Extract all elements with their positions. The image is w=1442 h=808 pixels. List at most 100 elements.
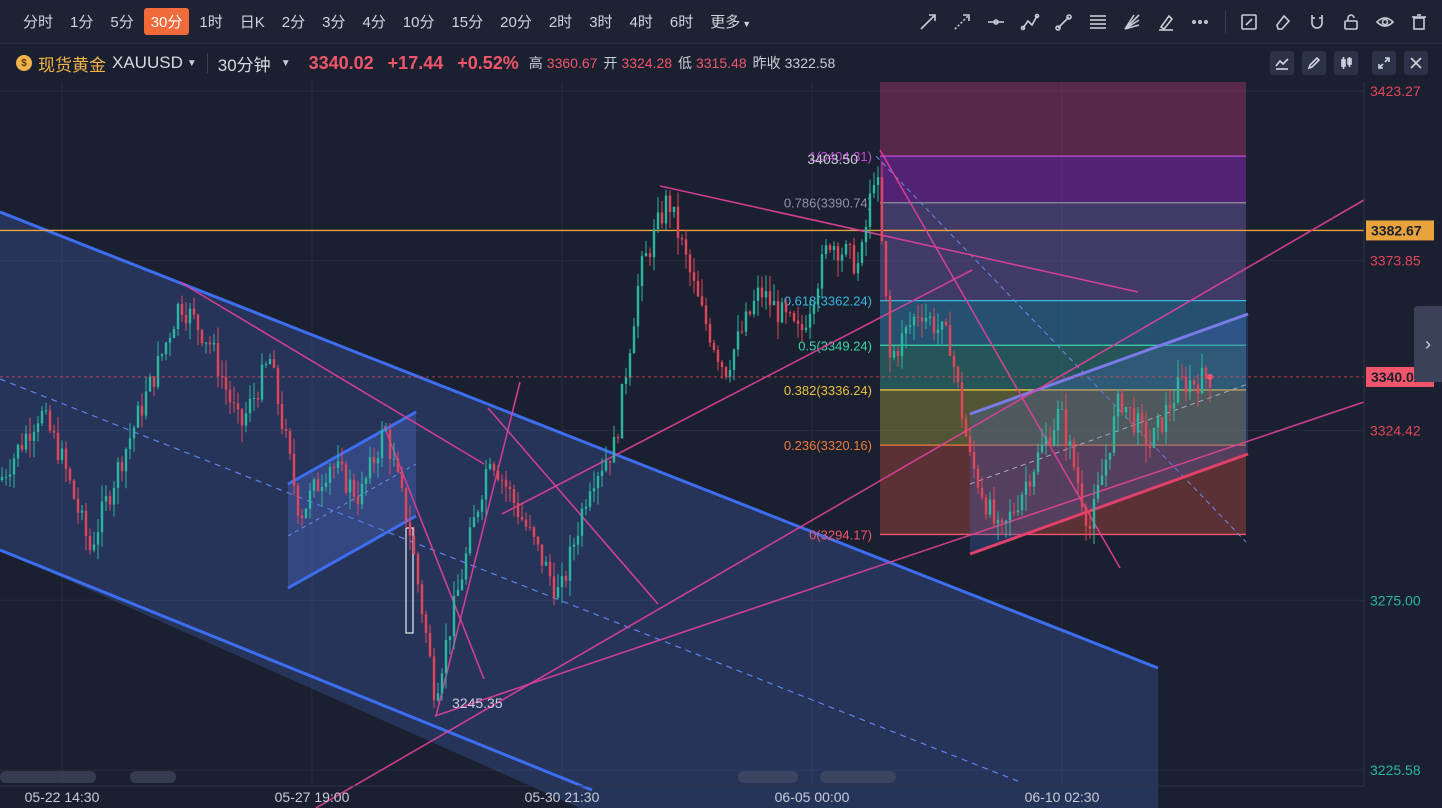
candle-body [788,312,792,314]
interval-9[interactable]: 10分 [396,8,442,35]
candle-body [264,364,268,366]
interval-13[interactable]: 3时 [582,8,619,35]
candle-body [120,462,124,472]
interval-12[interactable]: 2时 [542,8,579,35]
edit-icon[interactable] [1302,51,1326,75]
candle-body [1184,376,1188,393]
candle-body [84,510,88,537]
candle-body [840,254,844,261]
period-dropdown-icon[interactable]: ▼ [281,58,291,69]
candle-body [948,325,952,356]
interval-11[interactable]: 20分 [493,8,539,35]
candle-body [664,195,668,224]
candle-body [1044,436,1048,445]
candle-body [96,532,100,545]
candle-body [140,405,144,416]
candle-body [960,382,964,419]
note-icon[interactable] [1238,11,1260,33]
chevron-right-icon[interactable]: › [1414,306,1442,382]
trend-line-icon[interactable] [917,11,939,33]
candle-body [184,314,188,324]
period-selector[interactable]: 30分钟 [218,51,271,76]
candle-body [424,614,428,633]
candle-body [248,398,252,414]
fibonacci-icon[interactable] [1087,11,1109,33]
fib-extension-zone [880,82,1246,157]
symbol-name[interactable]: 现货黄金 [38,51,106,76]
symbol-code[interactable]: XAUUSD [112,53,183,73]
candle-body [340,461,344,465]
interval-7[interactable]: 3分 [315,8,352,35]
interval-5[interactable]: 日K [233,8,272,35]
price-tick-label: 3324.42 [1370,423,1421,439]
candle-body [456,589,460,596]
candle-body [320,486,324,492]
candle-body [180,303,184,315]
candle-body [508,486,512,490]
ray-icon[interactable] [951,11,973,33]
price-tick-label: 3225.58 [1370,762,1421,778]
candle-body [1012,511,1016,513]
magnet-icon[interactable] [1306,11,1328,33]
candle-body [1016,510,1020,513]
interval-3[interactable]: 30分 [143,8,190,35]
candle-body [40,410,44,424]
candle-body [124,449,128,472]
close-icon[interactable] [1404,51,1428,75]
indicator-icon[interactable] [1270,51,1294,75]
interval-15[interactable]: 6时 [663,8,700,35]
candle-body [132,427,136,439]
candle-body [944,321,948,326]
interval-10[interactable]: 15分 [444,8,490,35]
trash-icon[interactable] [1408,11,1430,33]
candle-body [1020,494,1024,511]
candle-body [396,458,400,473]
highlighter-icon[interactable] [1155,11,1177,33]
candle-body [16,444,20,459]
interval-8[interactable]: 4分 [355,8,392,35]
price-tick-label: 3275.00 [1370,592,1421,608]
candle-body [404,487,408,523]
brush-icon[interactable] [1053,11,1075,33]
candle-body [516,502,520,517]
candle-body [1144,421,1148,447]
candle-body [696,280,700,297]
gann-fan-icon[interactable] [1121,11,1143,33]
lock-icon[interactable] [1340,11,1362,33]
candle-style-icon[interactable] [1334,51,1358,75]
time-tick-label: 05-30 21:30 [525,789,600,805]
visibility-icon[interactable] [1374,11,1396,33]
candle-body [512,489,516,503]
candle-body [356,496,360,505]
candle-body [832,246,836,250]
interval-4[interactable]: 1时 [192,8,229,35]
candle-body [52,430,56,433]
candle-body [1148,446,1152,448]
candle-body [1072,441,1076,467]
horizontal-line-icon[interactable] [985,11,1007,33]
candle-body [1208,378,1212,388]
interval-0[interactable]: 分时 [16,8,60,35]
interval-14[interactable]: 4时 [623,8,660,35]
interval-16[interactable]: 更多 ▼ [703,8,758,35]
interval-2[interactable]: 5分 [103,8,140,35]
polyline-icon[interactable] [1019,11,1041,33]
more-tools-icon[interactable] [1189,11,1211,33]
symbol-dropdown-icon[interactable]: ▼ [187,58,197,69]
interval-6[interactable]: 2分 [275,8,312,35]
candle-body [532,527,536,537]
candle-body [912,316,916,326]
candle-body [268,359,272,365]
candle-body [1132,408,1136,433]
fullscreen-icon[interactable] [1372,51,1396,75]
candle-body [188,308,192,324]
candle-body [760,287,764,298]
candle-body [964,418,968,437]
candle-body [0,476,4,481]
candle-body [1172,402,1176,409]
interval-1[interactable]: 1分 [63,8,100,35]
candle-body [676,206,680,238]
price-chart[interactable]: 1(3404.31)0.786(3390.74)0.618(3362.24)0.… [0,82,1442,808]
candle-body [292,453,296,486]
eraser-icon[interactable] [1272,11,1294,33]
